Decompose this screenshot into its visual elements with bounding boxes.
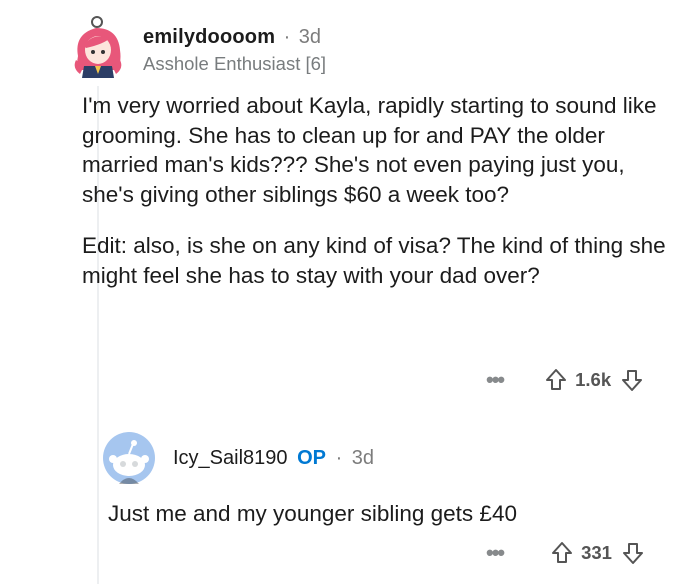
vote-count: 1.6k [575, 369, 612, 390]
reply-body: Just me and my younger sibling gets £40 [108, 501, 517, 526]
avatar-illustration-icon [74, 16, 122, 78]
comment-body: I'm very worried about Kayla, rapidly st… [82, 91, 682, 290]
reply-age[interactable]: 3d [352, 447, 374, 469]
separator-dot: · [283, 26, 291, 48]
upvote-arrow-icon[interactable] [551, 541, 573, 565]
comment-paragraph: Edit: also, is she on any kind of visa? … [82, 233, 666, 288]
snoo-avatar-icon [103, 432, 155, 484]
comment-age[interactable]: 3d [299, 26, 321, 48]
reply-author-username[interactable]: Icy_Sail8190 [173, 447, 288, 469]
downvote-arrow-icon[interactable] [621, 368, 643, 392]
separator-dot: · [335, 447, 343, 469]
reply-actions: ••• 331 [486, 540, 644, 566]
user-flair: Asshole Enthusiast [6] [143, 53, 327, 74]
more-dots-icon[interactable]: ••• [486, 540, 505, 566]
vote-count: 331 [581, 542, 612, 563]
reply-header: Icy_Sail8190 OP · 3d [173, 447, 374, 470]
more-dots-icon[interactable]: ••• [486, 367, 505, 393]
author-avatar[interactable] [68, 16, 128, 78]
op-badge: OP [297, 447, 326, 469]
downvote-arrow-icon[interactable] [622, 541, 644, 565]
comment-header: emilydoooom · 3d [143, 26, 321, 49]
comment-paragraph: I'm very worried about Kayla, rapidly st… [82, 93, 657, 207]
comment-actions: ••• 1.6k [486, 367, 643, 393]
upvote-arrow-icon[interactable] [545, 368, 567, 392]
reply-avatar[interactable] [103, 432, 155, 484]
author-username[interactable]: emilydoooom [143, 26, 275, 48]
